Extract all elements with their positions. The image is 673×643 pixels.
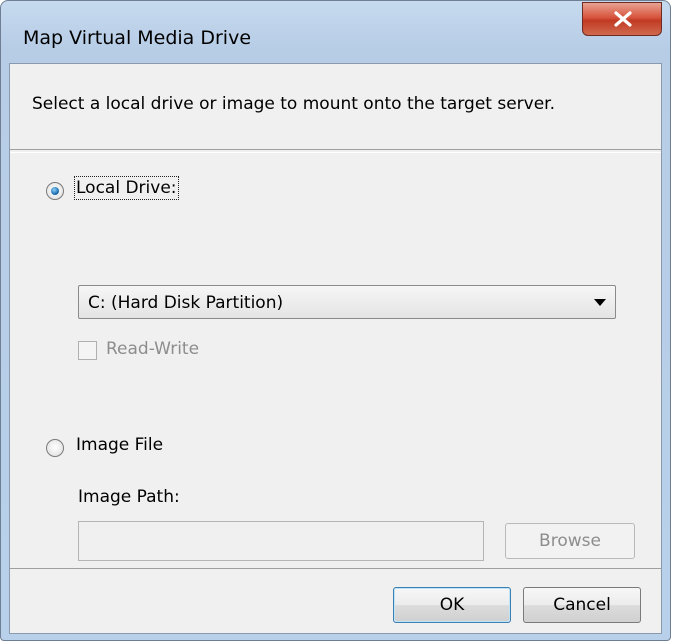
chevron-down-icon <box>594 299 606 306</box>
drive-select-dropdown[interactable]: C: (Hard Disk Partition) <box>78 285 616 319</box>
close-button[interactable] <box>582 2 662 36</box>
local-drive-label[interactable]: Local Drive: <box>74 176 179 200</box>
read-write-label: Read-Write <box>106 339 200 359</box>
radio-selected-dot <box>51 187 59 195</box>
selection-panel: Local Drive: C: (Hard Disk Partition) Re… <box>10 152 661 569</box>
image-file-label[interactable]: Image File <box>76 435 163 455</box>
drive-select-value: C: (Hard Disk Partition) <box>88 293 284 313</box>
image-path-label: Image Path: <box>78 487 180 507</box>
dialog-window: Map Virtual Media Drive Select a local d… <box>0 0 671 641</box>
image-file-radio[interactable] <box>46 439 64 457</box>
dialog-footer: OK Cancel <box>10 569 661 633</box>
cancel-button[interactable]: Cancel <box>523 587 641 623</box>
ok-button[interactable]: OK <box>393 587 511 623</box>
instruction-text: Select a local drive or image to mount o… <box>32 94 556 114</box>
title-bar: Map Virtual Media Drive <box>1 1 670 61</box>
read-write-checkbox[interactable] <box>78 341 97 360</box>
window-title: Map Virtual Media Drive <box>23 27 252 49</box>
close-icon <box>614 11 632 27</box>
local-drive-radio[interactable] <box>46 182 64 200</box>
instruction-panel: Select a local drive or image to mount o… <box>10 64 661 150</box>
image-path-input[interactable] <box>78 521 484 561</box>
browse-button[interactable]: Browse <box>505 523 635 559</box>
dialog-content: Select a local drive or image to mount o… <box>9 63 662 634</box>
